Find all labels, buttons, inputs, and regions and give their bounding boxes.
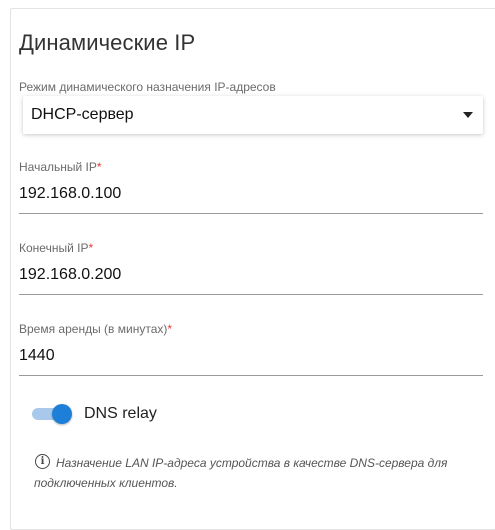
mode-select-value: DHCP-сервер: [31, 106, 134, 123]
lease-time-input[interactable]: 1440: [19, 346, 55, 366]
mode-field: Режим динамического назначения IP-адресо…: [19, 80, 483, 138]
mode-select[interactable]: DHCP-сервер: [23, 96, 483, 134]
start-ip-field[interactable]: Начальный IP* 192.168.0.100: [19, 160, 483, 214]
dns-relay-label: DNS relay: [84, 405, 157, 422]
lease-time-field[interactable]: Время аренды (в минутах)* 1440: [19, 322, 483, 376]
lease-time-underline: [19, 375, 483, 376]
end-ip-input[interactable]: 192.168.0.200: [19, 265, 121, 285]
start-ip-input[interactable]: 192.168.0.100: [19, 184, 121, 204]
lease-time-label: Время аренды (в минутах)*: [19, 322, 173, 336]
end-ip-underline: [19, 294, 483, 295]
toggle-knob: [52, 404, 72, 424]
info-text: Назначение LAN IP-адреса устройства в ка…: [34, 456, 448, 490]
required-mark: *: [88, 241, 94, 255]
end-ip-field[interactable]: Конечный IP* 192.168.0.200: [19, 241, 483, 295]
required-mark: *: [167, 322, 173, 336]
section-title: Динамические IP: [19, 30, 196, 55]
dns-relay-toggle[interactable]: [30, 403, 74, 425]
end-ip-label: Конечный IP*: [19, 241, 94, 255]
mode-label: Режим динамического назначения IP-адресо…: [19, 80, 276, 94]
chevron-down-icon: [463, 112, 473, 118]
start-ip-label: Начальный IP*: [19, 160, 102, 174]
start-ip-underline: [19, 213, 483, 214]
required-mark: *: [96, 160, 102, 174]
